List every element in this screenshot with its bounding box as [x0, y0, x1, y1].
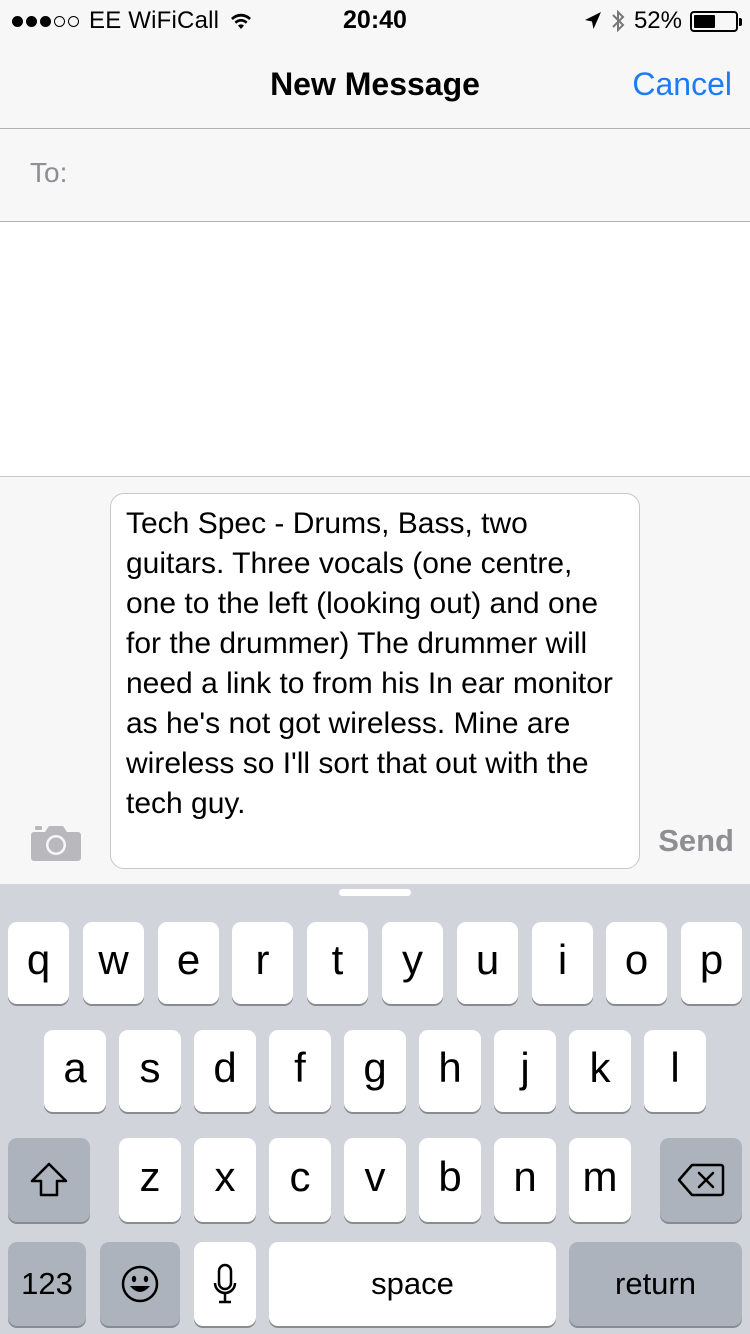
key-a[interactable]: a	[44, 1030, 106, 1112]
numbers-key[interactable]: 123	[8, 1242, 86, 1326]
key-e[interactable]: e	[158, 922, 219, 1004]
key-w[interactable]: w	[83, 922, 144, 1004]
key-t[interactable]: t	[307, 922, 368, 1004]
bluetooth-icon	[612, 9, 625, 33]
camera-icon[interactable]	[30, 822, 82, 862]
recipient-input[interactable]	[90, 149, 730, 201]
navigation-bar: New Message Cancel	[0, 40, 750, 129]
battery-percentage: 52%	[633, 7, 682, 34]
key-y[interactable]: y	[382, 922, 443, 1004]
key-n[interactable]: n	[494, 1138, 556, 1222]
delete-key[interactable]	[660, 1138, 742, 1222]
delete-icon	[677, 1163, 725, 1197]
emoji-icon	[121, 1265, 159, 1303]
status-right: 52%	[584, 7, 742, 35]
key-c[interactable]: c	[269, 1138, 331, 1222]
key-l[interactable]: l	[644, 1030, 706, 1112]
key-k[interactable]: k	[569, 1030, 631, 1112]
key-d[interactable]: d	[194, 1030, 256, 1112]
space-key[interactable]: space	[269, 1242, 556, 1326]
key-m[interactable]: m	[569, 1138, 631, 1222]
key-v[interactable]: v	[344, 1138, 406, 1222]
send-button[interactable]: Send	[658, 823, 734, 859]
key-u[interactable]: u	[457, 922, 518, 1004]
location-arrow-icon	[584, 12, 601, 29]
key-q[interactable]: q	[8, 922, 69, 1004]
dictation-key[interactable]	[194, 1242, 256, 1326]
key-j[interactable]: j	[494, 1030, 556, 1112]
key-i[interactable]: i	[532, 922, 593, 1004]
key-b[interactable]: b	[419, 1138, 481, 1222]
conversation-area	[0, 222, 750, 476]
battery-fill	[694, 14, 715, 28]
status-bar: EE WiFiCall 20:40 52%	[0, 0, 750, 40]
keyboard: q w e r t y u i o p a s d f g h j k l z …	[0, 884, 750, 1334]
recipient-label: To:	[30, 157, 68, 188]
microphone-icon	[213, 1263, 237, 1304]
return-key[interactable]: return	[569, 1242, 742, 1326]
key-x[interactable]: x	[194, 1138, 256, 1222]
compose-bar: Tech Spec - Drums, Bass, two guitars. Th…	[0, 476, 750, 884]
key-s[interactable]: s	[119, 1030, 181, 1112]
battery-icon	[690, 10, 742, 32]
key-f[interactable]: f	[269, 1030, 331, 1112]
shift-key[interactable]	[8, 1138, 90, 1222]
key-r[interactable]: r	[232, 922, 293, 1004]
key-h[interactable]: h	[419, 1030, 481, 1112]
emoji-key[interactable]	[100, 1242, 180, 1326]
key-o[interactable]: o	[606, 922, 667, 1004]
keyboard-handle	[339, 889, 411, 896]
shift-icon	[30, 1162, 68, 1197]
recipient-row: To:	[0, 129, 750, 222]
key-z[interactable]: z	[119, 1138, 181, 1222]
message-input[interactable]: Tech Spec - Drums, Bass, two guitars. Th…	[110, 493, 640, 869]
key-g[interactable]: g	[344, 1030, 406, 1112]
cancel-button[interactable]: Cancel	[632, 66, 732, 103]
key-p[interactable]: p	[681, 922, 742, 1004]
